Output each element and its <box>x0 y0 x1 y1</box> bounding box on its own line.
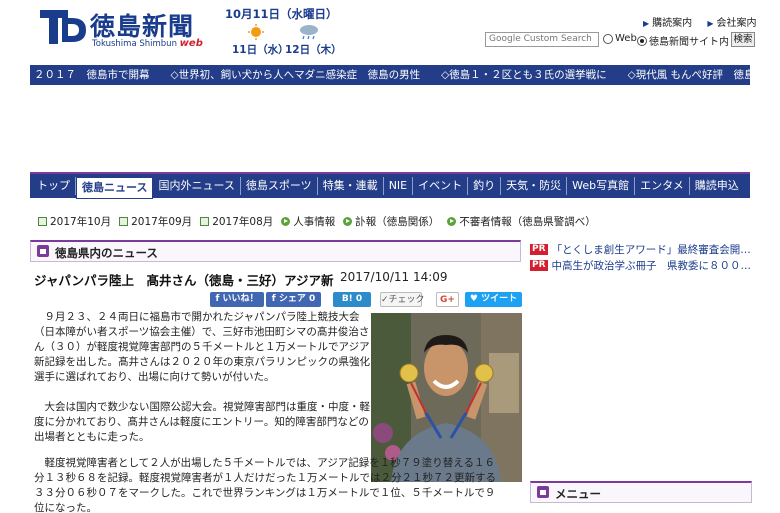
arrow-circle-icon <box>281 217 291 226</box>
obituary-link[interactable]: 訃報（徳島関係） <box>343 214 439 229</box>
arrow-circle-icon <box>447 217 457 226</box>
section-title: 徳島県内のニュース <box>55 246 158 260</box>
news-ticker[interactable]: ２０１７ 徳島市で開幕 ◇世界初、飼い犬から人へマダニ感染症 徳島の男性 ◇徳島… <box>30 65 750 85</box>
nav-subscribe[interactable]: 購読申込 <box>690 177 744 195</box>
archive-2017-10[interactable]: 2017年10月 <box>38 214 111 229</box>
pr-item[interactable]: PR 「とくしま創生アワード」最終審査会開… <box>530 242 751 257</box>
home-icon <box>37 245 49 257</box>
hatena-icon: B! <box>341 294 356 304</box>
arrow-right-icon: ▶ <box>643 19 650 28</box>
check-icon: ✓ <box>381 295 389 305</box>
nav-sports[interactable]: 徳島スポーツ <box>241 177 318 195</box>
google-plus-button[interactable]: G+ <box>436 292 459 307</box>
mixi-check-button[interactable]: ✓チェック <box>380 292 425 307</box>
menu-header: メニュー <box>530 481 752 503</box>
archive-links: 2017年10月 2017年09月 2017年08月 人事情報 訃報（徳島関係）… <box>38 214 604 229</box>
td-logo-mark-icon <box>40 10 86 44</box>
sun-icon <box>248 24 264 40</box>
nav-entertainment[interactable]: エンタメ <box>635 177 690 195</box>
article-paragraph: 大会は国内で数少ない国際公認大会。視覚障害部門は重度・中度・軽度に分かれており、… <box>34 401 370 443</box>
home-icon <box>537 486 549 498</box>
tweet-button[interactable]: ♥ ツイート <box>465 292 522 307</box>
pr-item[interactable]: PR 中高生が政治学ぶ冊子 県教委に８００… <box>530 258 751 273</box>
radio-site[interactable] <box>637 35 647 46</box>
logo-subtitle: Tokushima Shimbun web <box>92 38 203 49</box>
weather-day-2: 12日（木） <box>285 44 342 56</box>
nav-nie[interactable]: NIE <box>384 177 414 195</box>
archive-2017-08[interactable]: 2017年08月 <box>200 214 273 229</box>
subscription-link[interactable]: ▶ 購読案内 <box>643 18 692 29</box>
archive-2017-09[interactable]: 2017年09月 <box>119 214 192 229</box>
arrow-circle-icon <box>343 217 353 226</box>
nav-features[interactable]: 特集・連載 <box>318 177 384 195</box>
site-logo[interactable]: 徳島新聞 Tokushima Shimbun web <box>40 8 210 50</box>
search-option-site[interactable]: 徳島新聞サイト内 <box>637 33 729 48</box>
nav-world-news[interactable]: 国内外ニュース <box>153 177 241 195</box>
article-paragraph: 軽度視覚障害者として２人が出場した５千メートルでは、アジア記録を１秒７９塗り替え… <box>34 457 496 513</box>
hatena-bookmark-button[interactable]: B! 0 <box>333 292 371 307</box>
search-input[interactable]: Google Custom Search <box>485 32 599 47</box>
article-paragraph: ９月２３、２４両日に福島市で開かれたジャパンパラ陸上競技大会（日本障がい者スポー… <box>34 311 370 383</box>
nav-top[interactable]: トップ <box>32 177 76 195</box>
logo-web-mark: web <box>179 38 203 49</box>
document-icon <box>119 217 129 226</box>
arrow-right-icon: ▶ <box>707 19 714 28</box>
facebook-icon: f <box>271 294 279 304</box>
search-button[interactable]: 検索 <box>731 32 755 47</box>
company-link[interactable]: ▶ 会社案内 <box>707 18 756 29</box>
nav-events[interactable]: イベント <box>413 177 469 195</box>
nav-tokushima-news[interactable]: 徳島ニュース <box>76 177 154 199</box>
current-date: 10月11日（水曜日） <box>225 7 338 21</box>
facebook-icon: f <box>215 294 223 304</box>
nav-fishing[interactable]: 釣り <box>468 177 502 195</box>
facebook-share-button[interactable]: f シェア 0 <box>266 292 321 307</box>
suspicious-person-link[interactable]: 不審者情報（徳島県警調べ） <box>447 214 596 229</box>
cloud-rain-icon <box>300 25 318 40</box>
nav-weather[interactable]: 天気・防災 <box>501 177 568 195</box>
weather-day-1: 11日（水） <box>232 44 289 56</box>
section-header: 徳島県内のニュース <box>30 240 521 262</box>
menu-title: メニュー <box>555 487 601 501</box>
main-nav: トップ 徳島ニュース 国内外ニュース 徳島スポーツ 特集・連載 NIE イベント… <box>30 172 750 199</box>
header-links: ▶ 購読案内 ▶ 会社案内 <box>643 14 769 29</box>
search-option-web[interactable]: Web <box>603 33 637 44</box>
article-title: ジャパンパラ陸上 髙井さん（徳島・三好）アジア新 <box>34 273 334 288</box>
pr-badge: PR <box>530 260 548 271</box>
article-body: ９月２３、２４両日に福島市で開かれたジャパンパラ陸上競技大会（日本障がい者スポー… <box>34 310 496 513</box>
radio-web[interactable] <box>603 33 613 44</box>
document-icon <box>38 217 47 226</box>
twitter-icon: ♥ <box>469 294 482 304</box>
nav-photo[interactable]: Web写真館 <box>567 177 636 195</box>
personnel-link[interactable]: 人事情報 <box>281 214 335 229</box>
pr-badge: PR <box>530 244 548 255</box>
facebook-like-button[interactable]: f いいね！ <box>210 292 264 307</box>
article-datetime: 2017/10/11 14:09 <box>340 270 448 284</box>
document-icon <box>200 217 210 226</box>
